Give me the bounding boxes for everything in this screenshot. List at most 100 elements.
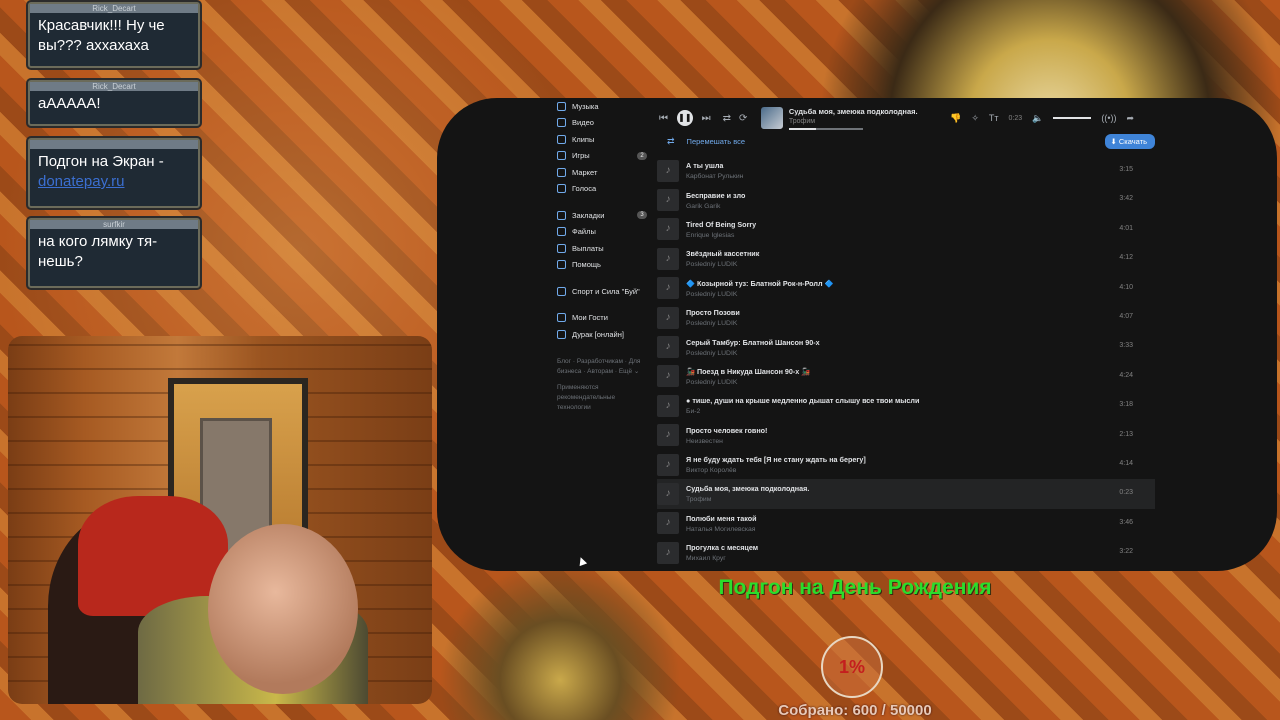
- progress-bar[interactable]: [788, 127, 863, 130]
- chat-message: surfkir на кого лямку тя-нешь?: [28, 218, 200, 288]
- track-row[interactable]: ♪ Серый Тамбур: Блатной Шансон 90-х Posled…: [657, 332, 1155, 361]
- chat-link[interactable]: donatepay.ru: [38, 173, 124, 190]
- track-row[interactable]: ♪ Я не буду ждать тебя [Я не стану ждать …: [657, 450, 1155, 479]
- note-icon: ♪: [657, 541, 679, 564]
- track-row[interactable]: ♪ 🚂 Поезд в Никуда Шансон 90-х 🚂 Posledniy…: [657, 362, 1155, 391]
- track-row[interactable]: ♪ Бесправие и зло Garik Garik 3:42: [657, 185, 1155, 214]
- track-artist: Би-2: [686, 408, 701, 416]
- lyrics-icon[interactable]: Tт: [989, 113, 999, 123]
- track-cover: [761, 107, 783, 129]
- sidebar-footer-note: Применяются рекомендательные технологии: [557, 383, 616, 411]
- sidebar-item-music[interactable]: Музыка: [557, 98, 647, 115]
- sidebar-item-group[interactable]: Спорт и Сила "Буй": [557, 283, 647, 300]
- market-icon: [557, 167, 566, 177]
- track-info: А ты ушла Карбонат Рулькин: [686, 161, 743, 180]
- sidebar-item-help[interactable]: Помощь: [557, 257, 647, 274]
- track-row[interactable]: ♪ Звёздный кассетник Posledniy LUDIK 4:12: [657, 244, 1155, 273]
- broadcast-icon[interactable]: ((•)): [1101, 113, 1116, 123]
- download-label: Скачать: [1118, 137, 1147, 146]
- track-row[interactable]: ♪ Полюби меня такой Наталья Могилевская 3:4…: [657, 509, 1155, 538]
- track-row[interactable]: ♪ 🔷 Козырной туз: Блатной Рок-н-Ролл 🔷 Pos…: [657, 274, 1155, 303]
- files-icon: [557, 227, 566, 237]
- track-info: Полюби меня такой Наталья Могилевская: [686, 514, 757, 533]
- sidebar-item-guests[interactable]: Мои Гости: [557, 310, 647, 327]
- track-info: 🚂 Поезд в Никуда Шансон 90-х 🚂 Posledniy …: [686, 367, 810, 386]
- sidebar-item-bookmarks[interactable]: Закладки 3: [557, 207, 647, 224]
- prev-icon[interactable]: ⏮: [659, 113, 668, 124]
- shuffle-all-label: Перемешать все: [686, 137, 746, 146]
- goal-title: Подгон на День Рождения: [718, 576, 992, 599]
- chat-text-block: Подгон на Экран - donatepay.ru: [30, 149, 198, 196]
- group-icon: [557, 286, 566, 296]
- track-row[interactable]: ♪ ● тише, души на крыше медленно дышат сл…: [657, 391, 1155, 420]
- repeat-icon[interactable]: ⟳: [739, 113, 747, 124]
- progress-fill: [788, 127, 817, 130]
- track-row[interactable]: ♪ Просто человек говно! Неизвестен 2:13: [657, 421, 1155, 450]
- track-artist: Posledniy LUDIK: [686, 320, 738, 328]
- goal-progress-ring: 1%: [821, 636, 883, 698]
- sidebar-item-video[interactable]: Видео: [557, 115, 647, 132]
- track-info: ● тише, души на крыше медленно дышат слы…: [686, 396, 919, 415]
- track-duration: 4:10: [1119, 283, 1133, 291]
- sidebar-footer-links[interactable]: Блог · Разработчикам · Для бизнеса · Авт…: [557, 357, 647, 377]
- time-readout: 0:23: [1008, 114, 1023, 122]
- track-title: Tired Of Being Sorry: [686, 219, 757, 229]
- sidebar-item-label: Спорт и Сила "Буй": [572, 286, 640, 296]
- sidebar-item-votes[interactable]: Голоса: [557, 181, 647, 198]
- sparkle-icon[interactable]: ✧: [971, 113, 979, 124]
- download-button[interactable]: ⬇ Скачать: [1104, 134, 1155, 149]
- sidebar-item-label: Клипы: [572, 134, 595, 144]
- note-icon: ♪: [657, 512, 679, 535]
- share-icon[interactable]: ➦: [1126, 113, 1134, 124]
- sidebar-item-games[interactable]: Игры 2: [557, 148, 647, 165]
- sidebar-item-label: Закладки: [572, 210, 605, 220]
- track-artist: Карбонат Рулькин: [686, 173, 744, 181]
- chat-username: Rick_Decart: [30, 4, 198, 13]
- track-row[interactable]: ♪ Tired Of Being Sorry Enrique Iglesias 4:0…: [657, 215, 1155, 244]
- track-row[interactable]: ♪ Прогулка с месяцем Михаил Круг 3:22: [657, 538, 1155, 567]
- sidebar-item-files[interactable]: Файлы: [557, 224, 647, 241]
- sidebar-item-label: Музыка: [572, 101, 599, 111]
- track-duration: 4:07: [1119, 312, 1133, 320]
- dislike-icon[interactable]: 👎: [950, 113, 961, 124]
- volume-icon[interactable]: 🔈: [1032, 113, 1043, 124]
- track-duration: 4:12: [1119, 254, 1133, 262]
- divider: [557, 300, 647, 310]
- volume-slider[interactable]: [1053, 117, 1092, 119]
- video-icon: [557, 118, 566, 128]
- note-icon: ♪: [657, 394, 679, 417]
- pause-button[interactable]: ❚❚: [677, 110, 693, 126]
- track-title: 🚂 Поезд в Никуда Шансон 90-х 🚂: [686, 366, 811, 376]
- music-main: ⏮ ❚❚ ⏭ ⇄ ⟳ Судьба моя, змеюка подколодна…: [655, 98, 1155, 571]
- track-info: Судьба моя, змеюка подколодная. Трофим: [686, 484, 809, 503]
- track-row[interactable]: ♪ А ты ушла Карбонат Рулькин 3:15: [657, 156, 1155, 185]
- track-title: А ты ушла: [686, 161, 724, 171]
- sidebar-item-market[interactable]: Маркет: [557, 164, 647, 181]
- divider: [557, 273, 647, 283]
- guests-icon: [557, 313, 566, 323]
- note-icon: ♪: [657, 189, 679, 212]
- track-title: Серый Тамбур: Блатной Шансон 90-х: [686, 337, 820, 347]
- sidebar-item-clips[interactable]: Клипы: [557, 131, 647, 148]
- shuffle-all-button[interactable]: ⇄ Перемешать все: [667, 136, 745, 147]
- note-icon: ♪: [657, 159, 679, 182]
- track-info: 🔷 Козырной туз: Блатной Рок-н-Ролл 🔷 Posl…: [686, 279, 833, 298]
- chat-message: Rick_Decart аААААА!: [28, 80, 200, 126]
- payouts-icon: [557, 243, 566, 253]
- track-info: Я не буду ждать тебя [Я не стану ждать н…: [686, 455, 866, 474]
- now-playing: Судьба моя, змеюка подколодная. Трофим: [788, 107, 945, 130]
- track-artist: Garik Garik: [686, 202, 721, 210]
- track-duration: 3:22: [1119, 548, 1133, 556]
- sidebar-item-label: Голоса: [572, 184, 597, 194]
- sidebar-item-durak[interactable]: Дурак [онлайн]: [557, 326, 647, 343]
- track-title: Судьба моя, змеюка подколодная.: [686, 484, 810, 494]
- sidebar-item-payouts[interactable]: Выплаты: [557, 240, 647, 257]
- track-row[interactable]: ♪ Судьба моя, змеюка подколодная. Трофим 0:…: [657, 479, 1155, 509]
- track-title: Просто человек говно!: [686, 425, 768, 435]
- shuffle-icon[interactable]: ⇄: [723, 113, 731, 124]
- next-icon[interactable]: ⏭: [702, 113, 711, 124]
- clips-icon: [557, 134, 566, 144]
- track-duration: 0:23: [1119, 489, 1133, 497]
- track-artist: Трофим: [686, 496, 712, 504]
- track-row[interactable]: ♪ Просто Позови Posledniy LUDIK 4:07: [657, 303, 1155, 332]
